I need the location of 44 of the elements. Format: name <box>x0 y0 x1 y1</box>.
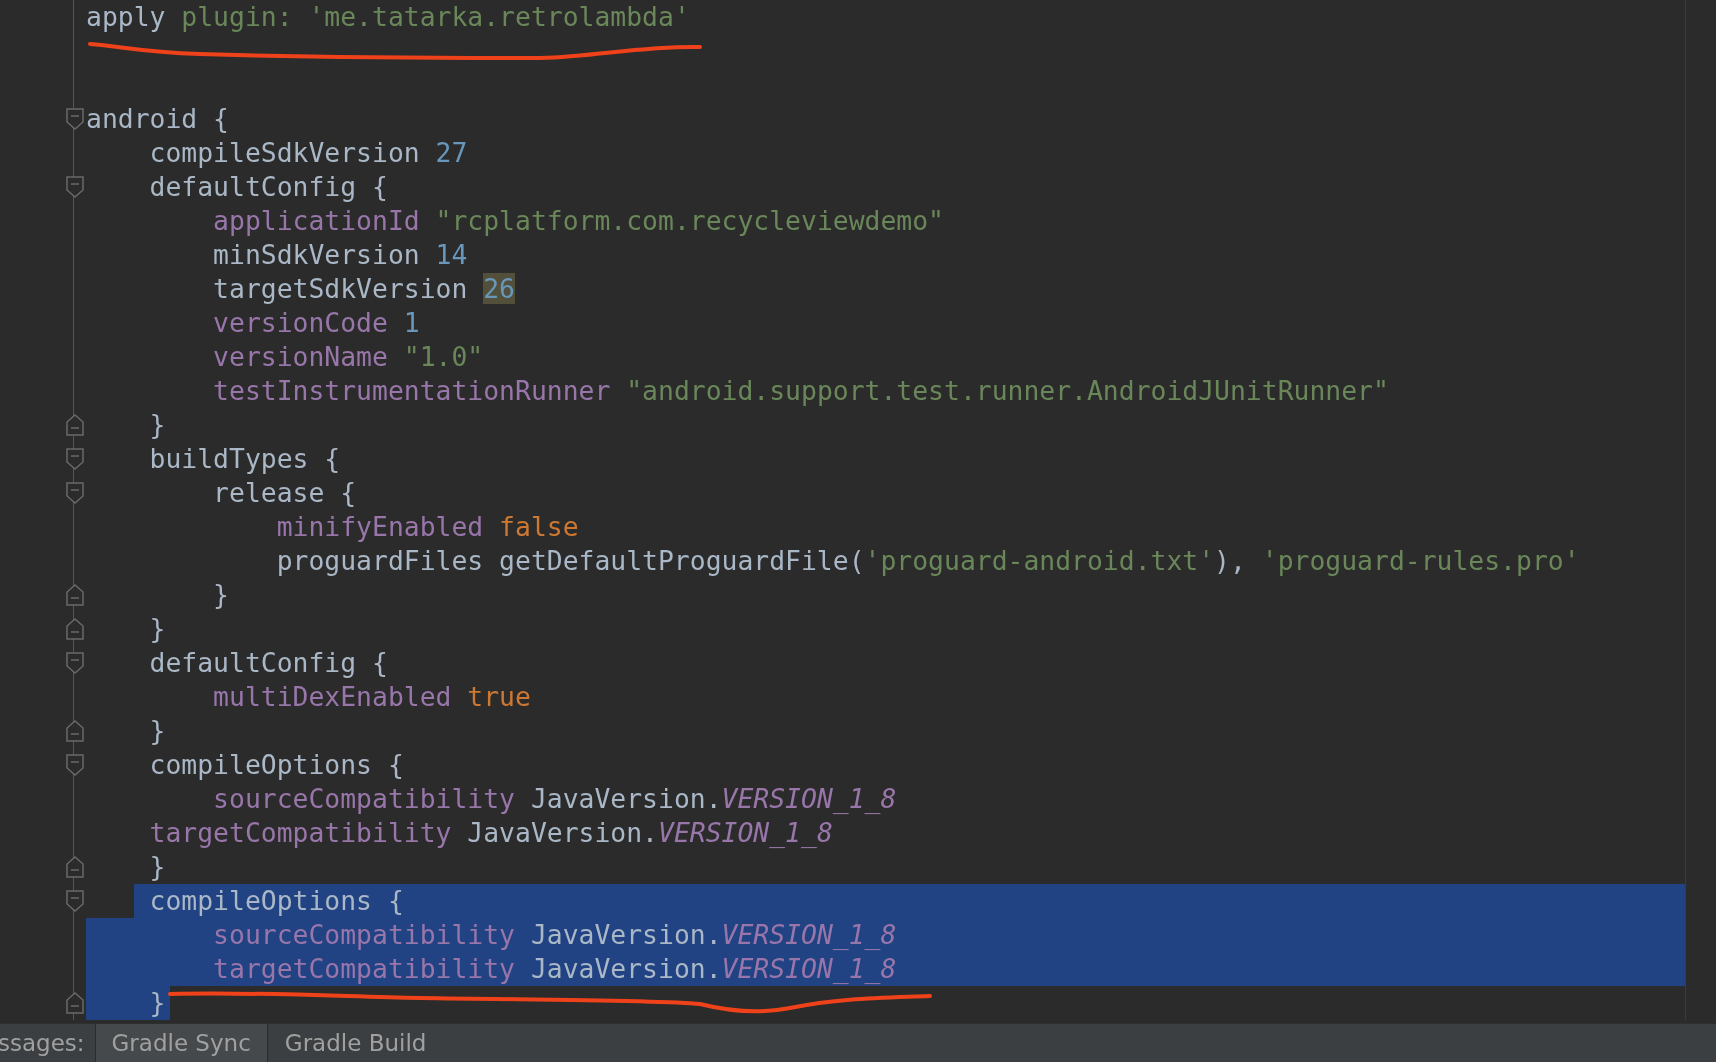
panel-tab[interactable]: Gradle Sync <box>94 1024 268 1062</box>
code-line: } <box>148 408 166 442</box>
fold-icon[interactable] <box>66 414 84 436</box>
panel-tab[interactable]: Gradle Build <box>267 1024 444 1062</box>
fold-icon[interactable] <box>66 482 84 504</box>
code-line: applicationId "rcplatform.com.recycleviewdemo" <box>212 204 944 238</box>
fold-icon[interactable] <box>66 448 84 470</box>
code-line: release { <box>212 476 357 510</box>
code-line: sourceCompatibility JavaVersion.VERSION_1_8 <box>212 782 897 816</box>
fold-icon[interactable] <box>66 584 84 606</box>
fold-icon[interactable] <box>66 176 84 198</box>
fold-icon[interactable] <box>66 754 84 776</box>
fold-icon[interactable] <box>66 108 84 130</box>
code-line: testInstrumentationRunner "android.support.test.runner.AndroidJUnitRunner" <box>212 374 1389 408</box>
code-line: minSdkVersion 14 <box>212 238 468 272</box>
code-line: proguardFiles getDefaultProguardFile('proguard-android.txt'), 'proguard-rules.pro' <box>275 544 1580 578</box>
code-line: } <box>148 612 166 646</box>
code-line: } <box>212 578 229 612</box>
code-line: multiDexEnabled true <box>212 680 531 714</box>
panel-label: ssages: <box>0 1029 86 1058</box>
fold-icon[interactable] <box>66 618 84 640</box>
fold-icon[interactable] <box>66 652 84 674</box>
code-line: defaultConfig { <box>148 646 388 680</box>
code-line: minifyEnabled false <box>275 510 579 544</box>
code-line: versionCode 1 <box>212 306 420 340</box>
fold-icon[interactable] <box>66 856 84 878</box>
code-line: targetCompatibility JavaVersion.VERSION_1_8 <box>212 952 897 986</box>
code-line: targetCompatibility JavaVersion.VERSION_1_8 <box>148 816 833 850</box>
code-line: compileSdkVersion 27 <box>148 136 468 170</box>
code-line: } <box>148 850 166 884</box>
code-line: } <box>148 714 166 748</box>
fold-icon[interactable] <box>66 992 84 1014</box>
code-line: versionName "1.0" <box>212 340 484 374</box>
code-line: compileOptions { <box>148 748 404 782</box>
code-line: android { <box>86 102 229 136</box>
code-line: compileOptions { <box>148 884 404 918</box>
code-line: targetSdkVersion 26 <box>212 272 515 306</box>
code-line: buildTypes { <box>148 442 341 476</box>
fold-icon[interactable] <box>66 890 84 912</box>
fold-icon[interactable] <box>66 720 84 742</box>
code-line: } <box>148 986 166 1020</box>
code-line: apply plugin: 'me.tatarka.retrolambda' <box>86 0 690 34</box>
code-line: defaultConfig { <box>148 170 388 204</box>
code-line: sourceCompatibility JavaVersion.VERSION_1_8 <box>212 918 897 952</box>
